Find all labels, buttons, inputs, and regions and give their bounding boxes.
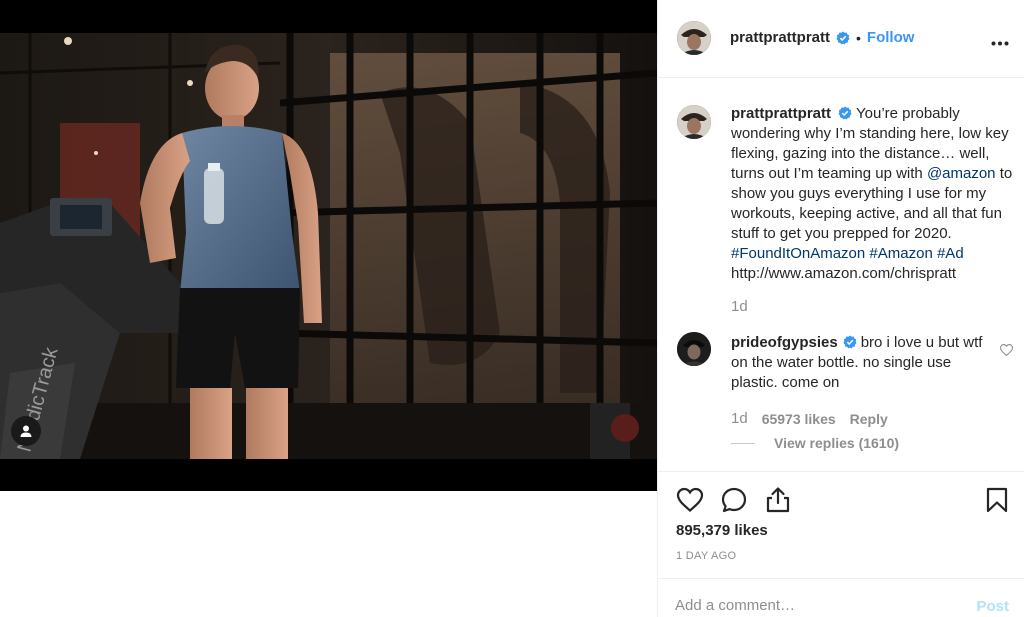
instagram-post-page: NordicTrack prattprattpratt • Follow pra…	[0, 0, 1024, 617]
likes-count[interactable]: 895,379 likes	[676, 522, 768, 539]
post-media: NordicTrack	[0, 0, 657, 491]
comment-meta: 1d 65973 likes Reply	[731, 410, 888, 427]
post-photo[interactable]: NordicTrack	[0, 33, 657, 459]
photo-illustration: NordicTrack	[0, 33, 657, 459]
more-horizontal-icon[interactable]	[991, 30, 1009, 51]
verified-badge-icon	[843, 335, 857, 349]
caption-mention-link[interactable]: @amazon	[927, 165, 996, 182]
comment-likes-count[interactable]: 65973 likes	[762, 411, 836, 427]
caption-username[interactable]: prattprattpratt	[731, 105, 831, 122]
post-header: prattprattpratt • Follow	[658, 0, 1024, 78]
hashtag-link[interactable]: #FoundItOnAmazon	[731, 245, 865, 262]
replies-divider	[731, 442, 755, 444]
comment-bubble-icon[interactable]	[720, 486, 748, 514]
post-age[interactable]: 1 DAY AGO	[676, 550, 736, 562]
view-replies-label: View replies (1610)	[774, 435, 900, 451]
commenter-avatar[interactable]	[677, 332, 711, 366]
caption-avatar[interactable]	[677, 105, 711, 139]
post-caption: prattprattpratt You’re probably wonderin…	[731, 104, 1016, 284]
reply-button[interactable]: Reply	[850, 411, 888, 427]
user-tag-icon[interactable]	[11, 416, 41, 446]
hashtag-link[interactable]: #Ad	[937, 245, 964, 262]
hashtag-link[interactable]: #Amazon	[869, 245, 932, 262]
comment-timestamp[interactable]: 1d	[731, 410, 748, 427]
follow-button[interactable]: Follow	[867, 29, 915, 46]
comment-like-heart-icon[interactable]	[999, 343, 1014, 361]
verified-badge-icon	[836, 31, 850, 44]
comment-composer: Post	[658, 578, 1024, 617]
post-actions: 895,379 likes 1 DAY AGO	[658, 471, 1024, 567]
post-comment-button[interactable]: Post	[976, 598, 1009, 615]
view-replies-button[interactable]: View replies (1610)	[731, 435, 899, 451]
bookmark-icon[interactable]	[983, 486, 1011, 514]
caption-url: http://www.amazon.com/chrispratt	[731, 265, 957, 282]
caption-timestamp[interactable]: 1d	[731, 298, 748, 315]
add-comment-input[interactable]	[675, 597, 955, 614]
comments-section: prattprattpratt You’re probably wonderin…	[658, 79, 1024, 471]
author-username[interactable]: prattprattpratt	[730, 29, 830, 46]
commenter-username[interactable]: prideofgypsies	[731, 334, 838, 351]
like-heart-icon[interactable]	[676, 486, 704, 514]
share-icon[interactable]	[764, 486, 792, 514]
author-avatar[interactable]	[677, 21, 711, 55]
post-sidebar: prattprattpratt • Follow prattprattpratt…	[657, 0, 1024, 617]
separator-dot: •	[856, 29, 861, 46]
verified-badge-icon	[838, 106, 852, 120]
header-user: prattprattpratt • Follow	[730, 29, 914, 46]
comment-body: prideofgypsies bro i love u but wtf on t…	[731, 333, 996, 393]
